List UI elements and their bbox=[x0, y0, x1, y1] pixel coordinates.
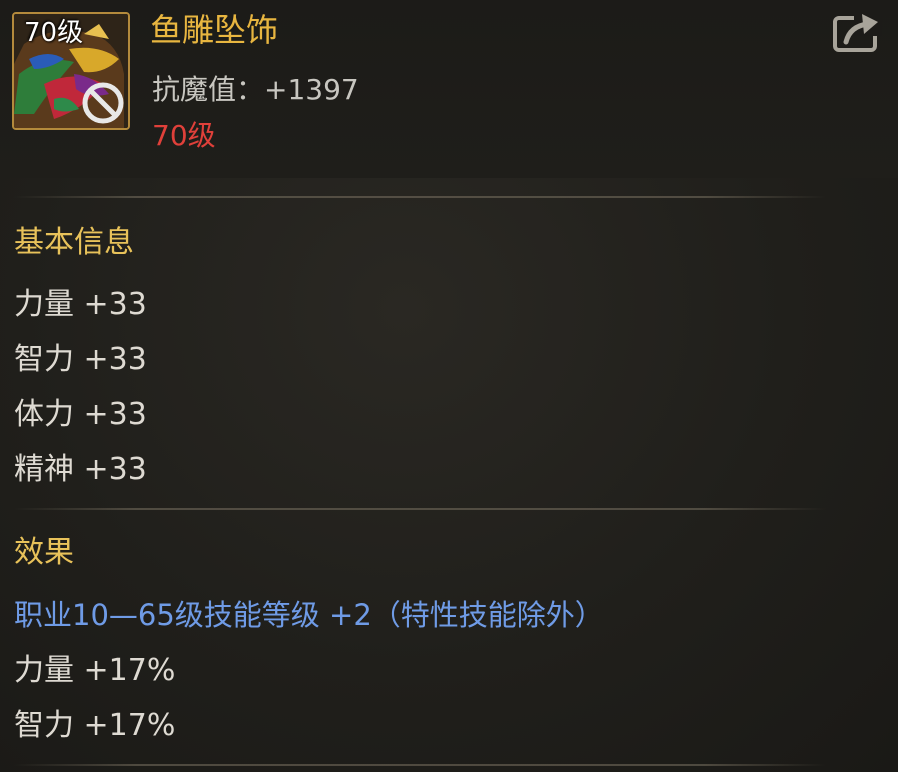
effects-title: 效果 bbox=[14, 535, 74, 570]
skill-level-bonus: 职业10—65级技能等级 +2（特性技能除外） bbox=[14, 598, 604, 632]
divider bbox=[14, 196, 826, 198]
item-name: 鱼雕坠饰 bbox=[150, 11, 279, 49]
effect-stat-intelligence: 智力 +17% bbox=[14, 708, 176, 743]
fish-carving-pendant-icon: 70级 bbox=[12, 12, 130, 130]
item-tooltip-panel: 70级 鱼雕坠饰 抗魔值：+1397 70级 基本信息 力量 +33 智力 +3… bbox=[0, 0, 898, 772]
required-level: 70级 bbox=[152, 119, 216, 152]
share-button[interactable] bbox=[832, 10, 884, 56]
item-level-badge: 70级 bbox=[24, 18, 84, 48]
divider bbox=[14, 508, 826, 510]
item-header: 70级 鱼雕坠饰 抗魔值：+1397 70级 bbox=[0, 0, 898, 178]
basic-stat-intelligence: 智力 +33 bbox=[14, 342, 147, 377]
basic-stat-vitality: 体力 +33 bbox=[14, 397, 147, 432]
share-icon bbox=[833, 14, 882, 52]
basic-stat-spirit: 精神 +33 bbox=[14, 452, 147, 487]
basic-stat-strength: 力量 +33 bbox=[14, 287, 147, 322]
effect-stat-strength: 力量 +17% bbox=[14, 653, 176, 688]
prohibited-icon bbox=[82, 82, 124, 124]
basic-info-title: 基本信息 bbox=[14, 225, 134, 260]
magic-resist-value: 抗魔值：+1397 bbox=[152, 73, 359, 106]
divider bbox=[14, 764, 826, 766]
